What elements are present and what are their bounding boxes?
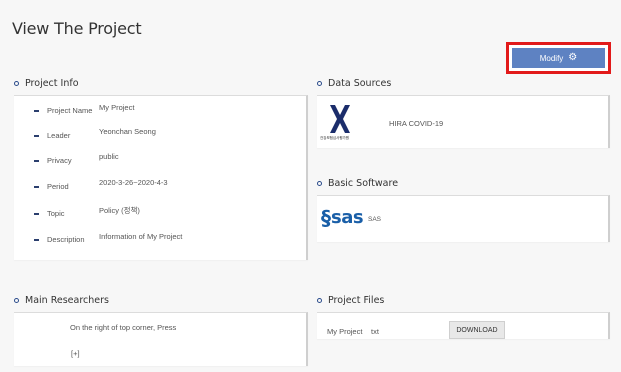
info-value: 2020-3-26~2020-4-3: [99, 178, 168, 187]
info-label: Privacy: [47, 156, 72, 165]
info-row-description: Description Information of My Project: [34, 232, 183, 244]
project-files-panel: My Project txt DOWNLOAD: [317, 312, 610, 339]
info-row-project-name: Project Name My Project: [34, 103, 135, 115]
gear-icon: ⚙: [568, 52, 578, 63]
hira-logo-text: 건강보험심사평가원: [320, 136, 349, 140]
bullet-icon: [317, 81, 322, 86]
sas-logo-text: sas: [331, 207, 364, 228]
info-value: Policy (정책): [99, 206, 140, 215]
info-row-period: Period 2020-3-26~2020-4-3: [34, 178, 168, 191]
data-sources-heading: Data Sources: [317, 78, 391, 89]
info-row-topic: Topic Policy (정책): [34, 206, 140, 219]
modify-highlight: Modify ⚙: [506, 42, 611, 74]
dash-icon: [34, 185, 39, 188]
software-name: SAS: [368, 216, 382, 223]
basic-software-title: Basic Software: [328, 178, 399, 189]
dash-icon: [34, 134, 39, 137]
page-title: View The Project: [12, 19, 142, 38]
data-source-name: HIRA COVID-19: [389, 119, 444, 128]
researchers-hint: On the right of top corner, Press: [70, 323, 177, 332]
page: View The Project Modify ⚙ Project Info P…: [0, 0, 621, 372]
info-label: Project Name: [47, 106, 93, 115]
sas-logo: § sas: [321, 206, 364, 230]
data-sources-panel: 건강보험심사평가원 HIRA COVID-19: [317, 95, 610, 148]
project-info-title: Project Info: [25, 78, 79, 89]
info-label: Period: [47, 182, 69, 191]
file-name: My Project: [327, 327, 363, 336]
info-value: Yeonchan Seong: [99, 127, 156, 136]
modify-button[interactable]: Modify ⚙: [512, 48, 605, 68]
info-label: Leader: [47, 131, 71, 140]
dash-icon: [34, 238, 39, 241]
dash-icon: [34, 109, 39, 112]
info-value: My Project: [99, 103, 135, 112]
bullet-icon: [317, 181, 322, 186]
sas-swirl-icon: §: [321, 206, 331, 230]
file-ext: txt: [371, 327, 379, 336]
info-label: Description: [47, 235, 85, 244]
main-researchers-title: Main Researchers: [25, 295, 109, 306]
bullet-icon: [14, 81, 19, 86]
project-files-title: Project Files: [328, 295, 385, 306]
bullet-icon: [317, 298, 322, 303]
add-researcher-link[interactable]: [+]: [71, 349, 80, 358]
project-files-heading: Project Files: [317, 295, 384, 306]
basic-software-heading: Basic Software: [317, 178, 398, 189]
bullet-icon: [14, 298, 19, 303]
dash-icon: [34, 212, 39, 215]
dash-icon: [34, 159, 39, 162]
modify-label: Modify: [539, 53, 564, 63]
hira-logo: 건강보험심사평가원: [320, 102, 360, 144]
basic-software-panel: § sas SAS: [317, 195, 610, 242]
data-sources-title: Data Sources: [328, 78, 392, 89]
project-info-panel: Project Name My Project Leader Yeonchan …: [14, 95, 308, 260]
info-value: Information of My Project: [99, 232, 183, 241]
info-label: Topic: [47, 209, 65, 218]
info-value: public: [99, 152, 119, 161]
info-row-leader: Leader Yeonchan Seong: [34, 127, 156, 140]
project-info-heading: Project Info: [14, 78, 79, 89]
info-row-privacy: Privacy public: [34, 152, 119, 165]
main-researchers-heading: Main Researchers: [14, 295, 109, 306]
main-researchers-panel: On the right of top corner, Press [+]: [14, 312, 308, 366]
download-button[interactable]: DOWNLOAD: [449, 321, 505, 339]
